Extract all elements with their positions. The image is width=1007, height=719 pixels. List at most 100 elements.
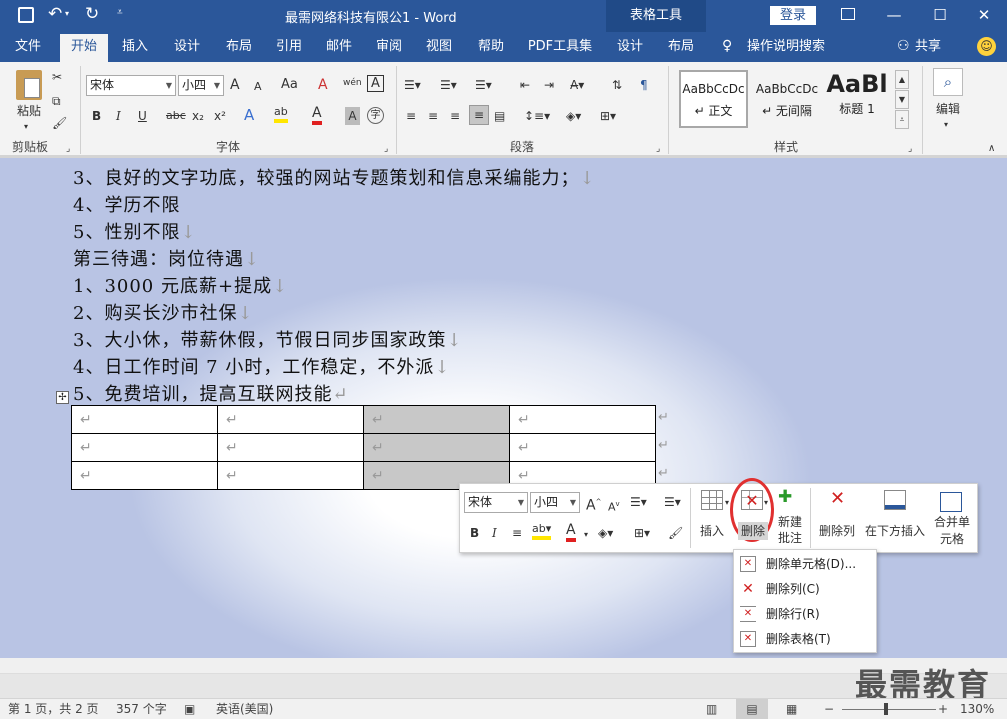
minimize-button[interactable]: —: [871, 0, 917, 32]
tab-pdf-tools[interactable]: PDF工具集: [524, 32, 596, 62]
cut-icon[interactable]: ✂: [52, 68, 62, 86]
paste-button[interactable]: 粘贴: [14, 102, 44, 120]
tab-file[interactable]: 文件: [6, 32, 50, 62]
tell-me-search[interactable]: 操作说明搜索: [744, 32, 828, 62]
save-icon[interactable]: [18, 7, 34, 23]
mini-numbering-icon[interactable]: ☰▾: [664, 493, 681, 511]
table-cell[interactable]: ↵: [71, 433, 218, 462]
mini-font-color-icon[interactable]: A: [566, 522, 576, 542]
multilevel-list-icon[interactable]: ☰▾: [475, 76, 492, 94]
tab-references[interactable]: 引用: [268, 32, 310, 62]
insert-below-icon[interactable]: [884, 490, 906, 510]
italic-button[interactable]: I: [116, 107, 121, 125]
tab-table-design[interactable]: 设计: [610, 32, 650, 62]
proofing-icon[interactable]: ▣: [184, 699, 195, 719]
styles-scroll-up-icon[interactable]: ▲: [895, 70, 909, 89]
editing-dropdown-icon[interactable]: ▾: [944, 116, 948, 134]
tab-mailings[interactable]: 邮件: [318, 32, 360, 62]
mini-new-comment-button[interactable]: 新建 批注: [774, 514, 806, 546]
delete-table-item[interactable]: ✕ 删除表格(T): [734, 627, 876, 652]
numbering-icon[interactable]: ☰▾: [440, 76, 457, 94]
table-cell[interactable]: ↵: [509, 405, 656, 434]
mini-bullets-icon[interactable]: ☰▾: [630, 493, 647, 511]
delete-row-item[interactable]: ✕ 删除行(R): [734, 602, 876, 627]
doc-line[interactable]: 1、3000 元底薪+提成↓: [73, 272, 288, 298]
phonetic-guide-icon[interactable]: wén: [343, 74, 362, 92]
close-button[interactable]: ✕: [961, 0, 1007, 32]
format-painter-icon[interactable]: 🖌: [52, 114, 67, 132]
borders-icon[interactable]: ⊞▾: [600, 107, 616, 125]
tab-home[interactable]: 开始: [60, 34, 108, 62]
paste-icon[interactable]: [16, 70, 42, 100]
align-right-icon[interactable]: ≡: [450, 107, 460, 125]
doc-line[interactable]: 3、良好的文字功底，较强的网站专题策划和信息采编能力；↓: [73, 164, 596, 190]
copy-icon[interactable]: ⧉: [52, 92, 61, 110]
mini-insert-button[interactable]: 插入: [698, 522, 726, 540]
style-normal[interactable]: AaBbCcDc ↵ 正文: [679, 70, 748, 128]
mini-size-combo[interactable]: 小四 ▼: [530, 492, 580, 513]
distributed-icon[interactable]: ▤: [494, 107, 505, 125]
mini-merge-cells-button[interactable]: 合并单 元格: [932, 514, 972, 548]
table-cell[interactable]: ↵: [217, 433, 364, 462]
doc-line[interactable]: 3、大小休，带薪休假，节假日同步国家政策↓: [73, 326, 463, 352]
mini-insert-below-button[interactable]: 在下方插入: [862, 522, 928, 540]
increase-indent-icon[interactable]: ⇥: [544, 76, 554, 94]
table-cell-selected[interactable]: ↵: [363, 433, 510, 462]
mini-insert-table-icon[interactable]: [701, 490, 723, 510]
tab-review[interactable]: 审阅: [368, 32, 410, 62]
delete-column-icon[interactable]: ✕: [830, 490, 845, 508]
align-left-icon[interactable]: ≡: [406, 107, 416, 125]
mini-borders-icon[interactable]: ⊞▾: [634, 524, 650, 542]
justify-icon[interactable]: ≡: [469, 105, 489, 125]
login-button[interactable]: 登录: [770, 6, 816, 25]
font-color-icon[interactable]: A: [312, 105, 322, 125]
char-shading-icon[interactable]: A: [345, 107, 360, 125]
shading-icon[interactable]: ◈▾: [566, 107, 581, 125]
mini-delete-column-button[interactable]: 删除列: [816, 522, 858, 540]
char-border-icon[interactable]: A: [367, 75, 384, 92]
tab-insert[interactable]: 插入: [114, 32, 156, 62]
tab-help[interactable]: 帮助: [470, 32, 512, 62]
mini-shrink-font-icon[interactable]: Av: [608, 495, 620, 517]
page-count[interactable]: 第 1 页，共 2 页: [8, 699, 99, 719]
subscript-button[interactable]: x₂: [192, 107, 204, 125]
text-effects-icon[interactable]: A: [244, 106, 254, 124]
mini-delete-table-icon[interactable]: ✕: [741, 490, 763, 510]
style-heading-1[interactable]: AaBl 标题 1: [824, 70, 890, 128]
mini-format-painter-icon[interactable]: 🖌: [668, 524, 683, 542]
ribbon-display-icon[interactable]: [841, 8, 855, 20]
bold-button[interactable]: B: [92, 107, 101, 125]
read-mode-icon[interactable]: ▥: [706, 699, 717, 719]
mini-align-icon[interactable]: ≡: [512, 524, 522, 542]
doc-line[interactable]: 4、学历不限: [73, 191, 180, 217]
qat-dropdown-icon[interactable]: ▾: [65, 9, 69, 18]
undo-icon[interactable]: ↶: [48, 4, 62, 24]
grow-font-icon[interactable]: A: [230, 76, 240, 94]
new-comment-icon[interactable]: ✚: [778, 488, 792, 506]
table-move-handle-icon[interactable]: ✢: [56, 391, 69, 404]
find-icon[interactable]: ⌕: [933, 68, 963, 96]
mini-shading-icon[interactable]: ◈▾: [598, 524, 613, 542]
redo-icon[interactable]: ↻: [85, 4, 99, 24]
tab-layout[interactable]: 布局: [218, 32, 260, 62]
doc-line[interactable]: 4、日工作时间 7 小时，工作稳定，不外派↓: [73, 353, 450, 379]
highlight-icon[interactable]: ab: [274, 105, 288, 123]
smiley-icon[interactable]: ☺: [977, 37, 996, 56]
change-case-icon[interactable]: Aa: [281, 76, 298, 94]
superscript-button[interactable]: x²: [214, 107, 226, 125]
zoom-out-button[interactable]: −: [824, 699, 834, 719]
styles-scroll-down-icon[interactable]: ▼: [895, 90, 909, 109]
decrease-indent-icon[interactable]: ⇤: [520, 76, 530, 94]
mini-bold-button[interactable]: B: [470, 524, 479, 542]
underline-button[interactable]: U: [138, 107, 147, 125]
mini-font-color-dropdown-icon[interactable]: ▾: [584, 526, 588, 544]
doc-line[interactable]: 5、免费培训，提高互联网技能↵: [73, 380, 349, 406]
style-no-spacing[interactable]: AaBbCcDc ↵ 无间隔: [752, 70, 822, 128]
doc-line[interactable]: 5、性别不限↓: [73, 218, 197, 244]
mini-delete-button[interactable]: 删除: [738, 522, 768, 540]
table-cell[interactable]: ↵: [71, 461, 218, 490]
word-count[interactable]: 357 个字: [116, 699, 167, 719]
mini-insert-dropdown-icon[interactable]: ▾: [725, 494, 729, 512]
paste-dropdown-icon[interactable]: ▾: [24, 118, 28, 136]
clear-format-icon[interactable]: A: [318, 76, 328, 94]
